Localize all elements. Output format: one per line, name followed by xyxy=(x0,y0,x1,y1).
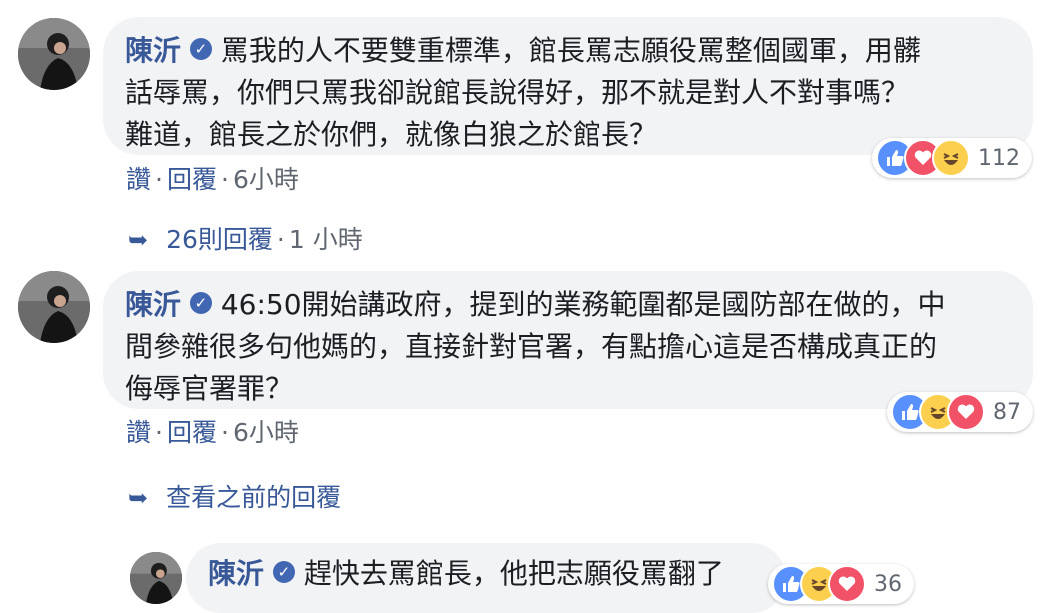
reply-arrow-icon: ➥ xyxy=(128,226,149,254)
reaction-count: 112 xyxy=(978,145,1020,171)
avatar[interactable] xyxy=(130,552,182,604)
comment-text-line: 間參雜很多句他媽的，直接針對官署，有點擔心這是否構成真正的 xyxy=(125,330,938,363)
love-icon xyxy=(947,393,985,431)
comment-text-line: 侮辱官署罪？ xyxy=(125,372,294,405)
reply-bubble: 陳沂 ✓ 趕快去罵館長，他把志願役罵翻了 xyxy=(186,543,786,613)
comment-bubble: 陳沂 ✓ 46:50開始講政府，提到的業務範圍都是國防部在做的，中 間參雜很多句… xyxy=(103,271,1033,409)
check-icon: ✓ xyxy=(189,292,212,314)
timestamp[interactable]: 6小時 xyxy=(233,418,299,447)
reaction-count: 36 xyxy=(874,571,902,597)
comment-actions: 讚 · 回覆 · 6小時 xyxy=(126,413,299,449)
love-icon xyxy=(828,565,866,603)
reply-button[interactable]: 回覆 xyxy=(167,418,217,447)
comment-author[interactable]: 陳沂 xyxy=(125,34,181,67)
separator: · xyxy=(276,225,285,254)
view-previous-replies-link[interactable]: ➥ 查看之前的回覆 xyxy=(128,478,341,514)
replies-timestamp: 1 小時 xyxy=(288,225,363,254)
comment-first-line: 陳沂 ✓ 46:50開始講政府，提到的業務範圍都是國防部在做的，中 xyxy=(125,284,1009,326)
reply-button[interactable]: 回覆 xyxy=(167,165,217,194)
comment-text-line: 趕快去罵館長，他把志願役罵翻了 xyxy=(303,557,724,590)
reaction-count: 87 xyxy=(993,399,1021,425)
reply-arrow-icon: ➥ xyxy=(128,484,149,512)
replies-count-label[interactable]: 26則回覆 xyxy=(166,225,273,254)
reaction-summary[interactable]: 36 xyxy=(768,564,914,604)
comment-first-line: 陳沂 ✓ 罵我的人不要雙重標準，館長罵志願役罵整個國軍，用髒 xyxy=(125,30,1009,72)
comment-author[interactable]: 陳沂 xyxy=(208,557,264,590)
reaction-summary[interactable]: 112 xyxy=(872,138,1032,178)
reaction-summary[interactable]: 87 xyxy=(887,392,1033,432)
separator: · xyxy=(220,165,229,194)
separator: · xyxy=(220,418,229,447)
timestamp[interactable]: 6小時 xyxy=(233,165,299,194)
check-icon: ✓ xyxy=(189,38,212,60)
view-replies-link[interactable]: ➥ 26則回覆 · 1 小時 xyxy=(128,220,363,256)
check-icon: ✓ xyxy=(272,561,295,583)
like-button[interactable]: 讚 xyxy=(126,165,151,194)
like-button[interactable]: 讚 xyxy=(126,418,151,447)
comment-text-line: 話辱罵，你們只罵我卻說館長說得好，那不就是對人不對事嗎？ xyxy=(125,76,910,109)
separator: · xyxy=(155,418,163,447)
avatar[interactable] xyxy=(18,18,90,90)
haha-icon xyxy=(932,139,970,177)
reply-first-line: 陳沂 ✓ 趕快去罵館長，他把志願役罵翻了 xyxy=(208,553,766,595)
comment-bubble: 陳沂 ✓ 罵我的人不要雙重標準，館長罵志願役罵整個國軍，用髒 話辱罵，你們只罵我… xyxy=(103,17,1033,155)
separator: · xyxy=(155,165,163,194)
comment-author[interactable]: 陳沂 xyxy=(125,288,181,321)
comment-text-line: 罵我的人不要雙重標準，館長罵志願役罵整個國軍，用髒 xyxy=(220,34,921,67)
comment-actions: 讚 · 回覆 · 6小時 xyxy=(126,160,299,196)
comment-text-line: 46:50開始講政府，提到的業務範圍都是國防部在做的，中 xyxy=(220,288,946,321)
view-previous-label[interactable]: 查看之前的回覆 xyxy=(166,483,341,512)
avatar[interactable] xyxy=(18,271,90,343)
